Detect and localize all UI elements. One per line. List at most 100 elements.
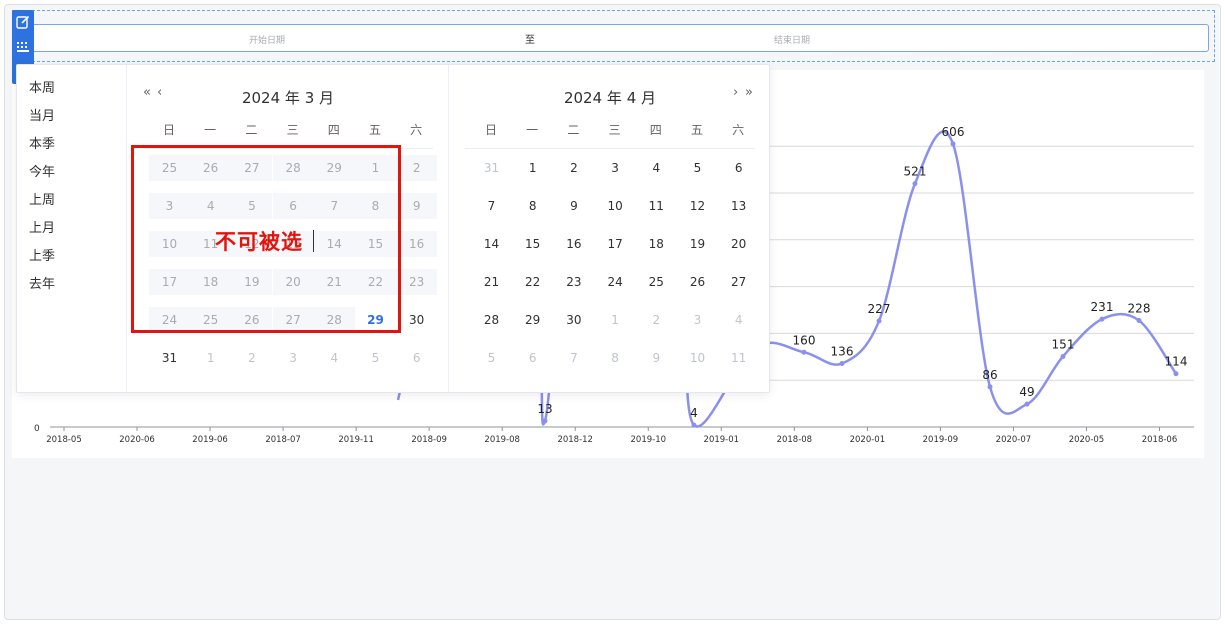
data-label: 4 xyxy=(690,406,698,420)
date-cell[interactable]: 3 xyxy=(595,155,636,181)
date-cell[interactable]: 10 xyxy=(595,193,636,219)
edit-icon[interactable] xyxy=(15,14,31,30)
date-cell[interactable]: 3 xyxy=(677,307,718,333)
date-cell[interactable]: 4 xyxy=(636,155,677,181)
shortcut-this-year[interactable]: 今年 xyxy=(29,161,55,180)
shortcut-last-year[interactable]: 去年 xyxy=(29,273,55,292)
data-point[interactable] xyxy=(801,349,807,355)
date-cell[interactable]: 16 xyxy=(553,231,594,257)
data-point[interactable] xyxy=(1099,316,1105,322)
data-point[interactable] xyxy=(876,318,882,324)
date-cell[interactable]: 31 xyxy=(149,345,190,371)
date-cell[interactable]: 11 xyxy=(718,345,759,371)
data-label: 228 xyxy=(1128,301,1151,315)
start-date-placeholder[interactable]: 开始日期 xyxy=(249,33,285,46)
date-cell[interactable]: 7 xyxy=(553,345,594,371)
date-cell[interactable]: 28 xyxy=(471,307,512,333)
data-point[interactable] xyxy=(987,384,993,390)
shortcut-last-quarter[interactable]: 上季 xyxy=(29,245,55,264)
data-label: 114 xyxy=(1165,355,1188,369)
date-cell[interactable]: 5 xyxy=(471,345,512,371)
date-cell[interactable]: 2 xyxy=(636,307,677,333)
date-cell[interactable]: 14 xyxy=(471,231,512,257)
date-cell[interactable]: 1 xyxy=(512,155,553,181)
date-cell[interactable]: 6 xyxy=(512,345,553,371)
date-range-picker-input[interactable]: 开始日期 至 结束日期 xyxy=(24,24,1209,52)
date-cell[interactable]: 4 xyxy=(718,307,759,333)
date-cell[interactable]: 23 xyxy=(553,269,594,295)
date-cell: 23 xyxy=(396,269,438,295)
shortcut-sidebar: 本周 当月 本季 今年 上周 上月 上季 去年 xyxy=(17,65,127,392)
data-label: 227 xyxy=(868,302,891,316)
shortcut-last-week[interactable]: 上周 xyxy=(29,189,55,208)
date-cell[interactable]: 17 xyxy=(595,231,636,257)
date-cell[interactable]: 1 xyxy=(190,345,231,371)
date-cell[interactable]: 18 xyxy=(636,231,677,257)
weekday-header: 二 xyxy=(567,123,580,137)
date-cell[interactable]: 13 xyxy=(718,193,759,219)
data-label: 86 xyxy=(982,368,997,382)
shortcut-last-month[interactable]: 上月 xyxy=(29,217,55,236)
date-cell[interactable]: 7 xyxy=(471,193,512,219)
date-cell[interactable]: 25 xyxy=(636,269,677,295)
date-cell[interactable]: 20 xyxy=(718,231,759,257)
shortcut-this-week[interactable]: 本周 xyxy=(29,77,55,96)
data-point[interactable] xyxy=(950,141,956,147)
date-cell[interactable]: 15 xyxy=(512,231,553,257)
data-point[interactable] xyxy=(839,360,845,366)
date-cell[interactable]: 8 xyxy=(595,345,636,371)
date-cell[interactable]: 3 xyxy=(273,345,314,371)
data-point[interactable] xyxy=(1136,317,1142,323)
date-cell[interactable]: 31 xyxy=(471,155,512,181)
date-cell: 9 xyxy=(396,193,438,219)
x-tick-label: 2019-01 xyxy=(704,435,740,445)
date-cell[interactable]: 24 xyxy=(595,269,636,295)
weekday-header: 六 xyxy=(732,123,745,137)
x-tick-label: 2019-06 xyxy=(192,435,228,445)
data-point[interactable] xyxy=(1173,371,1179,377)
date-cell[interactable]: 1 xyxy=(595,307,636,333)
date-cell[interactable]: 6 xyxy=(396,345,437,371)
date-cell[interactable]: 10 xyxy=(677,345,718,371)
calendar-right: › » 2024 年 4 月 日一二三四五六 31 1 2 3 4 5 6 7 8 9 10 11 12… xyxy=(449,65,771,392)
end-date-placeholder[interactable]: 结束日期 xyxy=(774,33,810,46)
grid-icon[interactable] xyxy=(15,39,31,55)
date-cell[interactable]: 30 xyxy=(396,307,437,333)
data-label: 13 xyxy=(537,402,552,416)
data-point[interactable] xyxy=(1024,401,1030,407)
range-separator: 至 xyxy=(525,35,535,46)
date-cell[interactable]: 29 xyxy=(512,307,553,333)
date-cell[interactable]: 12 xyxy=(677,193,718,219)
data-point[interactable] xyxy=(912,181,918,187)
date-cell[interactable]: 30 xyxy=(553,307,594,333)
weekday-header: 三 xyxy=(608,123,621,137)
date-cell: 2 xyxy=(396,155,438,181)
right-month: 4 xyxy=(626,89,637,107)
date-cell[interactable]: 21 xyxy=(471,269,512,295)
x-tick-label: 2020-05 xyxy=(1069,435,1105,445)
date-cell[interactable]: 6 xyxy=(718,155,759,181)
shortcut-this-month[interactable]: 当月 xyxy=(29,105,55,124)
left-year-unit: 年 xyxy=(284,89,300,107)
date-cell[interactable]: 2 xyxy=(231,345,272,371)
date-cell[interactable]: 2 xyxy=(553,155,594,181)
data-point[interactable] xyxy=(542,418,548,424)
date-cell[interactable]: 19 xyxy=(677,231,718,257)
date-cell[interactable]: 27 xyxy=(718,269,759,295)
date-cell[interactable]: 4 xyxy=(314,345,355,371)
data-point[interactable] xyxy=(691,422,697,428)
date-cell[interactable]: 11 xyxy=(636,193,677,219)
data-point[interactable] xyxy=(1060,353,1066,359)
weekday-header: 四 xyxy=(649,123,662,137)
date-cell[interactable]: 5 xyxy=(677,155,718,181)
date-cell[interactable]: 9 xyxy=(636,345,677,371)
date-cell[interactable]: 8 xyxy=(512,193,553,219)
date-cell[interactable]: 5 xyxy=(355,345,396,371)
date-cell[interactable]: 22 xyxy=(512,269,553,295)
data-label: 49 xyxy=(1019,385,1034,399)
date-cell[interactable]: 9 xyxy=(553,193,594,219)
date-cell[interactable]: 26 xyxy=(677,269,718,295)
x-tick-label: 2020-06 xyxy=(119,435,155,445)
x-tick-label: 2019-09 xyxy=(923,435,959,445)
shortcut-this-quarter[interactable]: 本季 xyxy=(29,133,55,152)
